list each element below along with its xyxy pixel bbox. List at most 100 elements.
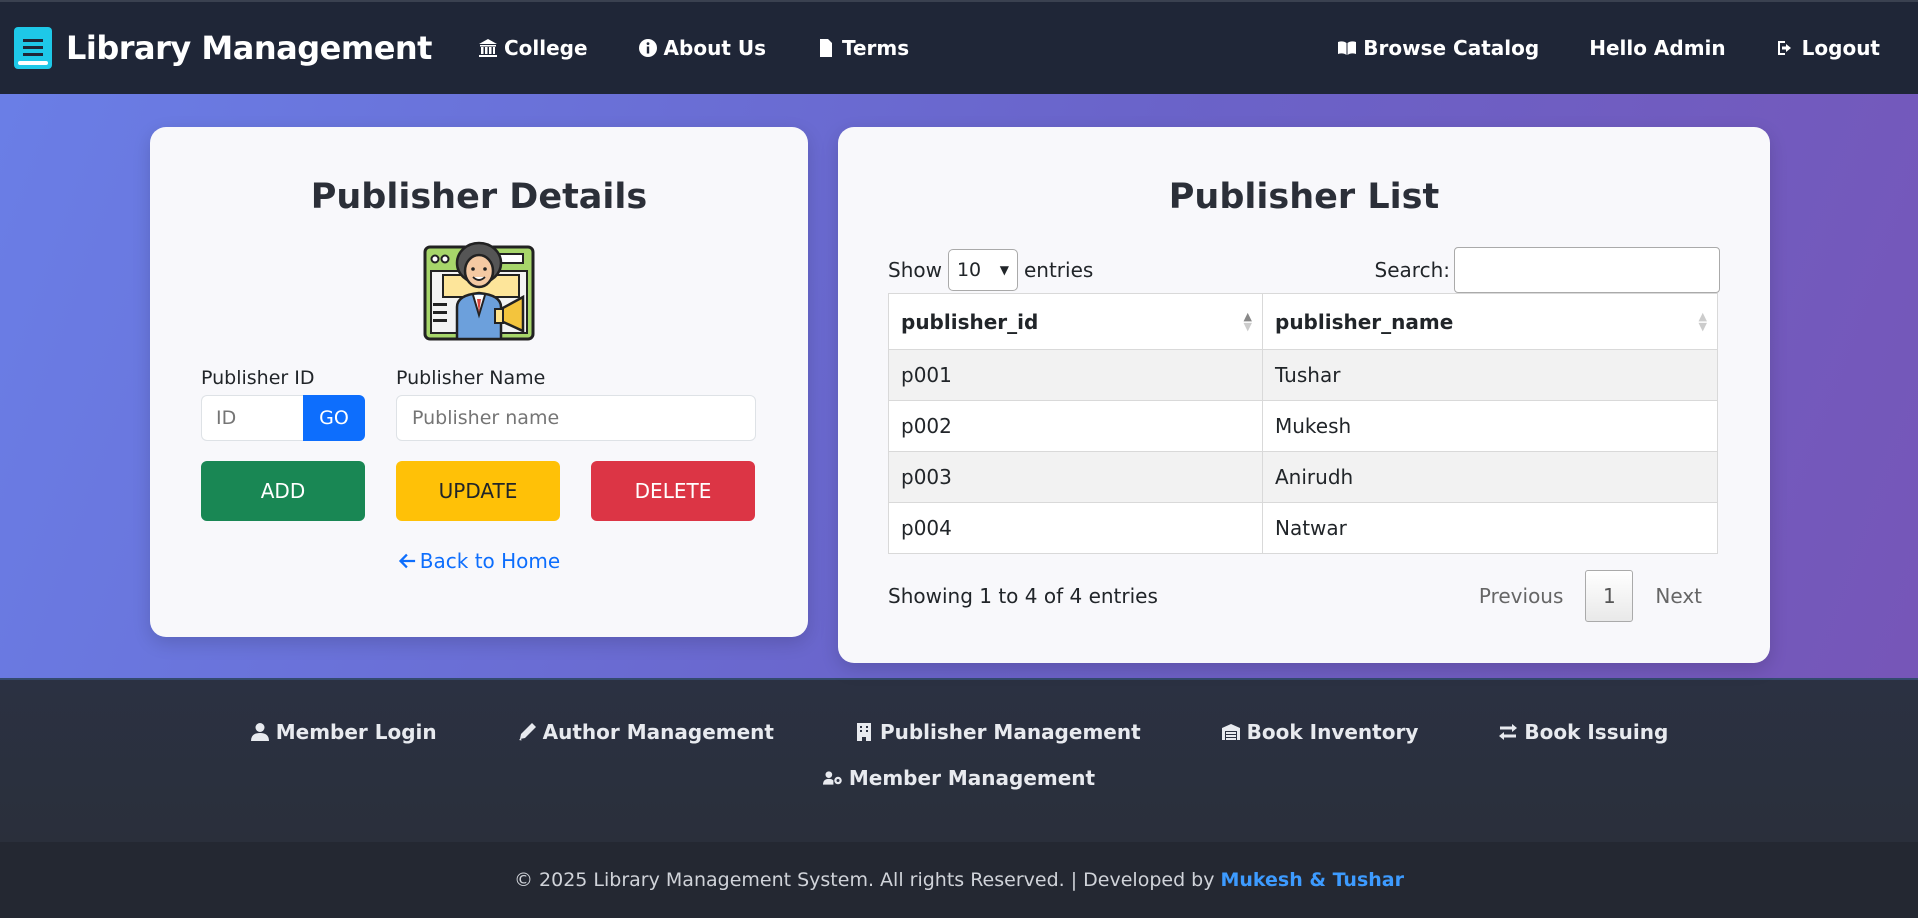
logout-icon: [1777, 41, 1791, 55]
search-input[interactable]: [1454, 247, 1720, 293]
table-header-row: publisher_id ▲ ▼ publisher_name ▲ ▼: [888, 293, 1718, 350]
column-header-label: publisher_name: [1275, 309, 1454, 334]
nav-college-label: College: [503, 36, 588, 60]
nav-hello-admin[interactable]: Hello Admin: [1589, 36, 1725, 60]
id-input-group: GO: [201, 395, 365, 441]
nav-college[interactable]: College: [478, 36, 588, 60]
sort-icon: ▲ ▼: [1698, 309, 1707, 333]
cell-publisher-id: p002: [888, 400, 1263, 452]
update-button[interactable]: UPDATE: [396, 461, 560, 521]
nav-user-label: Hello Admin: [1589, 36, 1726, 60]
nav-about-label: About Us: [663, 36, 766, 60]
column-header-publisher-name[interactable]: publisher_name ▲ ▼: [1262, 293, 1718, 350]
footer-links: Member Login Author Management Publisher…: [0, 678, 1918, 842]
brand[interactable]: Library Management: [14, 27, 432, 69]
footer-member-management[interactable]: Member Management: [822, 766, 1096, 790]
entries-length-control: Show 10 ▼ entries: [888, 249, 1093, 291]
name-field-group: Publisher Name: [396, 367, 756, 441]
nav-about-us[interactable]: About Us: [638, 36, 766, 60]
cell-publisher-name: Natwar: [1262, 502, 1718, 554]
id-field-group: Publisher ID GO: [201, 367, 365, 441]
current-page-button[interactable]: 1: [1585, 570, 1634, 622]
publisher-table: publisher_id ▲ ▼ publisher_name ▲ ▼ p001 T…: [888, 293, 1718, 554]
info-circle-icon: [638, 39, 657, 57]
table-row[interactable]: p003 Anirudh: [888, 451, 1718, 503]
column-header-publisher-id[interactable]: publisher_id ▲ ▼: [888, 293, 1263, 350]
next-page-button[interactable]: Next: [1637, 584, 1720, 608]
book-logo-icon: [14, 27, 52, 69]
table-row[interactable]: p001 Tushar: [888, 349, 1718, 401]
action-buttons: ADD UPDATE DELETE: [201, 461, 757, 521]
cell-publisher-name: Tushar: [1262, 349, 1718, 401]
nav-left: College About Us Terms: [478, 36, 909, 60]
delete-button[interactable]: DELETE: [591, 461, 755, 521]
nav-right: Browse Catalog Hello Admin Logout: [1337, 36, 1880, 60]
pagination: Previous 1 Next: [1461, 570, 1720, 622]
publisher-name-label: Publisher Name: [396, 367, 546, 389]
pen-icon: [518, 723, 536, 741]
footer-member-login[interactable]: Member Login: [250, 720, 437, 744]
warehouse-icon: [1221, 724, 1240, 740]
back-to-home-label: Back to Home: [419, 549, 561, 573]
publisher-megaphone-icon: [423, 231, 535, 343]
entries-length-select[interactable]: 10 ▼: [947, 249, 1018, 291]
entries-length-value: 10: [956, 259, 982, 281]
exchange-icon: [1499, 724, 1518, 740]
brand-title: Library Management: [66, 29, 432, 67]
arrow-left-icon: [398, 553, 415, 569]
publisher-name-input[interactable]: [396, 395, 756, 441]
building-icon: [856, 723, 871, 741]
footer-links-row-2: Member Management: [822, 766, 1096, 790]
cell-publisher-name: Anirudh: [1262, 451, 1718, 503]
copyright-text: © 2025 Library Management System. All ri…: [514, 869, 1215, 891]
nav-logout-label: Logout: [1801, 36, 1880, 60]
publisher-id-label: Publisher ID: [201, 367, 315, 389]
cell-publisher-name: Mukesh: [1262, 400, 1718, 452]
show-label: Show: [888, 258, 942, 282]
back-to-home-link[interactable]: Back to Home: [150, 549, 808, 573]
developers-link[interactable]: Mukesh & Tushar: [1220, 869, 1404, 891]
table-info: Showing 1 to 4 of 4 entries: [888, 584, 1158, 608]
nav-browse-catalog[interactable]: Browse Catalog: [1337, 36, 1539, 60]
table-row[interactable]: p004 Natwar: [888, 502, 1718, 554]
nav-logout[interactable]: Logout: [1776, 36, 1880, 60]
footer-book-issuing[interactable]: Book Issuing: [1498, 720, 1668, 744]
users-cog-icon: [822, 771, 842, 785]
footer-issuing-label: Book Issuing: [1524, 720, 1669, 744]
table-controls: Show 10 ▼ entries Search:: [888, 247, 1720, 293]
chevron-down-icon: ▼: [999, 263, 1009, 277]
footer-member-mgmt-label: Member Management: [848, 766, 1096, 790]
publisher-list-card: Publisher List Show 10 ▼ entries Search:…: [838, 127, 1770, 663]
entries-label: entries: [1023, 258, 1094, 282]
footer-publisher-management[interactable]: Publisher Management: [854, 720, 1141, 744]
previous-page-button[interactable]: Previous: [1461, 584, 1582, 608]
book-open-icon: [1338, 41, 1357, 55]
list-title: Publisher List: [1168, 177, 1440, 217]
nav-browse-label: Browse Catalog: [1363, 36, 1540, 60]
publisher-details-card: Publisher Details Publisher ID ID GO Pub…: [150, 127, 808, 637]
nav-terms-label: Terms: [842, 36, 910, 60]
footer-author-label: Author Management: [542, 720, 774, 744]
university-icon: [478, 39, 497, 57]
main-content: Publisher Details Publisher ID ID GO Pub…: [0, 94, 1918, 678]
cell-publisher-id: p001: [888, 349, 1263, 401]
table-row[interactable]: p002 Mukesh: [888, 400, 1718, 452]
document-icon: [820, 39, 832, 57]
copyright-bar: © 2025 Library Management System. All ri…: [0, 842, 1918, 918]
footer-author-management[interactable]: Author Management: [517, 720, 774, 744]
go-button[interactable]: GO: [303, 395, 365, 441]
nav-terms[interactable]: Terms: [816, 36, 909, 60]
footer-links-row-1: Member Login Author Management Publisher…: [250, 720, 1668, 744]
footer-inventory-label: Book Inventory: [1246, 720, 1419, 744]
publisher-form-row: Publisher ID GO Publisher Name: [201, 367, 757, 441]
table-search: Search:: [1375, 247, 1720, 293]
cell-publisher-id: p004: [888, 502, 1263, 554]
footer-member-login-label: Member Login: [275, 720, 437, 744]
search-label: Search:: [1374, 258, 1450, 282]
footer-book-inventory[interactable]: Book Inventory: [1221, 720, 1419, 744]
top-navbar: Library Management College About Us Term…: [0, 0, 1918, 94]
cell-publisher-id: p003: [888, 451, 1263, 503]
add-button[interactable]: ADD: [201, 461, 365, 521]
publisher-id-input[interactable]: [201, 395, 303, 441]
table-footer: Showing 1 to 4 of 4 entries Previous 1 N…: [888, 570, 1720, 622]
